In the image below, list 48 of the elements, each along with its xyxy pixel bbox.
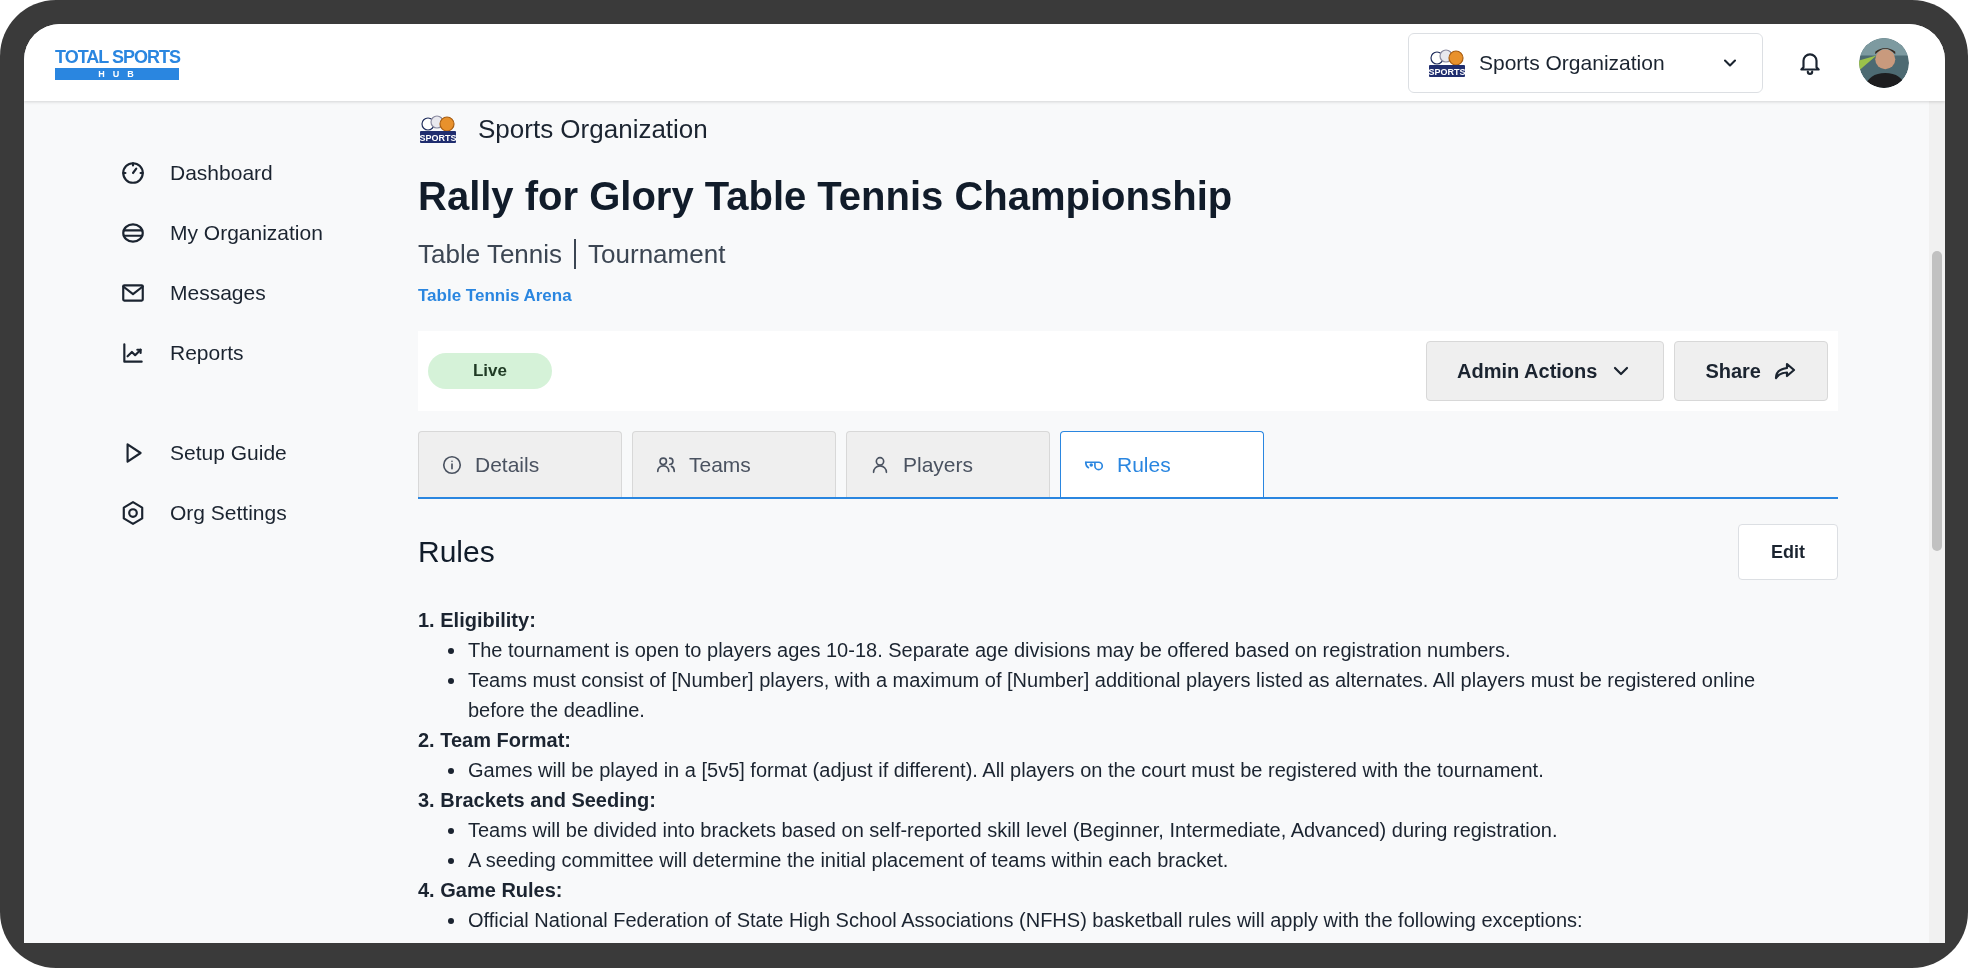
bullet-icon xyxy=(448,648,454,654)
rule-text: Teams must consist of [Number] players, with a maximum of [Number] additional players listed as alternates. All players must be registered online before the deadline. xyxy=(468,668,1757,723)
bullet-icon xyxy=(448,768,454,774)
status-badge: Live xyxy=(428,353,552,389)
sidebar-item[interactable]: Reports xyxy=(120,323,244,383)
event-type: Tournament xyxy=(588,238,726,270)
tab[interactable]: Teams xyxy=(632,431,836,497)
venue-link[interactable]: Table Tennis Arena xyxy=(418,286,572,306)
org-switcher[interactable]: SPORTS Sports Organization xyxy=(1408,32,1763,93)
section-heading: Rules xyxy=(418,535,495,569)
admin-actions-button[interactable]: Admin Actions xyxy=(1426,341,1665,401)
tab[interactable]: Rules xyxy=(1060,431,1264,497)
bullet-icon xyxy=(448,678,454,684)
rule-text: Teams will be divided into brackets based on self-reported skill level (Beginner, Intermediate, Advanced) during registration. xyxy=(468,818,1558,843)
rule-heading: 2. Team Format: xyxy=(418,728,571,753)
brand-subtitle: HUB xyxy=(55,67,179,80)
scrollbar[interactable] xyxy=(1929,101,1945,943)
line-chart-icon xyxy=(120,340,146,366)
sidebar-item[interactable]: Org Settings xyxy=(120,483,287,543)
rule-text: Games will be played in a [5v5] format (adjust if different). All players on the court must be registered with the tournament. xyxy=(468,758,1544,783)
sidebar-item[interactable]: Messages xyxy=(120,263,266,323)
sports-logo: SPORTS xyxy=(418,113,458,145)
sport-label: Table Tennis xyxy=(418,238,563,270)
edit-button[interactable]: Edit xyxy=(1738,524,1838,580)
sidebar-item[interactable]: Dashboard xyxy=(120,143,273,203)
sidebar-item[interactable]: Setup Guide xyxy=(120,423,287,483)
tab[interactable]: Players xyxy=(846,431,1050,497)
brand-title: TOTAL SPORTS xyxy=(55,45,179,68)
bullet-icon xyxy=(448,858,454,864)
bullet-icon xyxy=(448,918,454,924)
settings-icon xyxy=(120,500,146,526)
sidebar-item[interactable]: My Organization xyxy=(120,203,323,263)
globe-icon xyxy=(120,220,146,246)
info-icon xyxy=(441,453,463,476)
rule-text: A seeding committee will determine the initial placement of teams within each bracket. xyxy=(468,848,1229,873)
event-title: Rally for Glory Table Tennis Championship xyxy=(418,173,1234,220)
rule-heading: 1. Eligibility: xyxy=(418,608,536,633)
rule-heading: 3. Brackets and Seeding: xyxy=(418,788,656,813)
share-button[interactable]: Share xyxy=(1674,341,1828,401)
rule-heading: 4. Game Rules: xyxy=(418,878,563,903)
organization-name: Sports Organization xyxy=(478,113,708,145)
scrollbar-thumb[interactable] xyxy=(1932,251,1942,551)
rule-text: The tournament is open to players ages 10-18. Separate age divisions may be offered based on registration numbers. xyxy=(468,638,1511,663)
rule-text: Official National Federation of State High School Associations (NFHS) basketball rules will apply with the following exceptions: xyxy=(468,908,1583,933)
sports-logo: SPORTS xyxy=(1427,46,1467,79)
bullet-icon xyxy=(448,828,454,834)
gauge-icon xyxy=(120,160,146,186)
tab[interactable]: Details xyxy=(418,431,622,497)
